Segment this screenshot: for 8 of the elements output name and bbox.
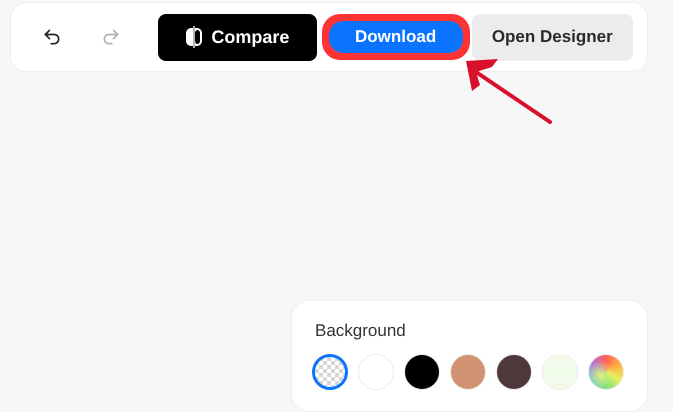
download-button[interactable]: Download <box>328 21 463 53</box>
panel-title: Background <box>315 321 407 341</box>
open-designer-button[interactable]: Open Designer <box>472 14 633 60</box>
redo-icon <box>100 27 121 47</box>
undo-icon <box>42 27 62 47</box>
compare-button[interactable]: Compare <box>158 14 317 60</box>
color-swatch[interactable] <box>312 354 348 390</box>
compare-icon <box>185 25 204 49</box>
